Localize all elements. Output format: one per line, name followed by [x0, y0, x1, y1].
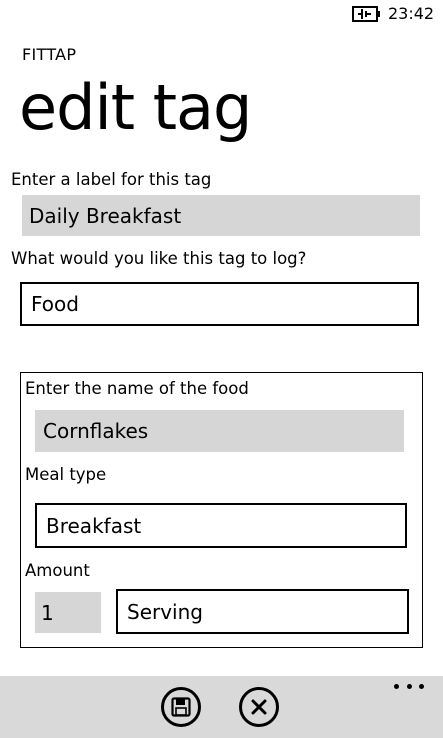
food-name-input[interactable]: Cornflakes	[35, 410, 404, 452]
unit-value: Serving	[127, 599, 203, 624]
meal-type-prompt: Meal type	[25, 465, 107, 484]
log-type-value: Food	[31, 292, 79, 316]
label-prompt: Enter a label for this tag	[11, 170, 212, 189]
tag-label-input[interactable]: Daily Breakfast	[22, 195, 420, 236]
meal-type-select[interactable]: Breakfast	[35, 503, 407, 548]
page-title: edit tag	[19, 71, 252, 144]
tag-label-value: Daily Breakfast	[29, 203, 182, 228]
food-name-value: Cornflakes	[43, 419, 149, 443]
clock: 23:42	[388, 4, 435, 23]
food-name-prompt: Enter the name of the food	[25, 379, 249, 398]
log-type-select[interactable]: Food	[20, 282, 419, 326]
unit-select[interactable]: Serving	[116, 589, 409, 634]
close-icon	[251, 699, 267, 715]
more-options-button[interactable]	[394, 684, 424, 694]
amount-input[interactable]: 1	[35, 592, 101, 633]
ellipsis-icon	[394, 684, 399, 689]
save-button[interactable]	[161, 687, 201, 727]
meal-type-value: Breakfast	[46, 513, 142, 538]
cancel-button[interactable]	[239, 687, 279, 727]
log-prompt: What would you like this tag to log?	[11, 249, 307, 268]
save-icon	[171, 697, 191, 717]
app-bar	[0, 676, 443, 738]
battery-charging-icon	[352, 6, 380, 22]
amount-prompt: Amount	[25, 561, 90, 580]
app-name: FITTAP	[22, 45, 77, 64]
amount-value: 1	[41, 600, 54, 625]
status-bar: 23:42	[0, 0, 443, 30]
